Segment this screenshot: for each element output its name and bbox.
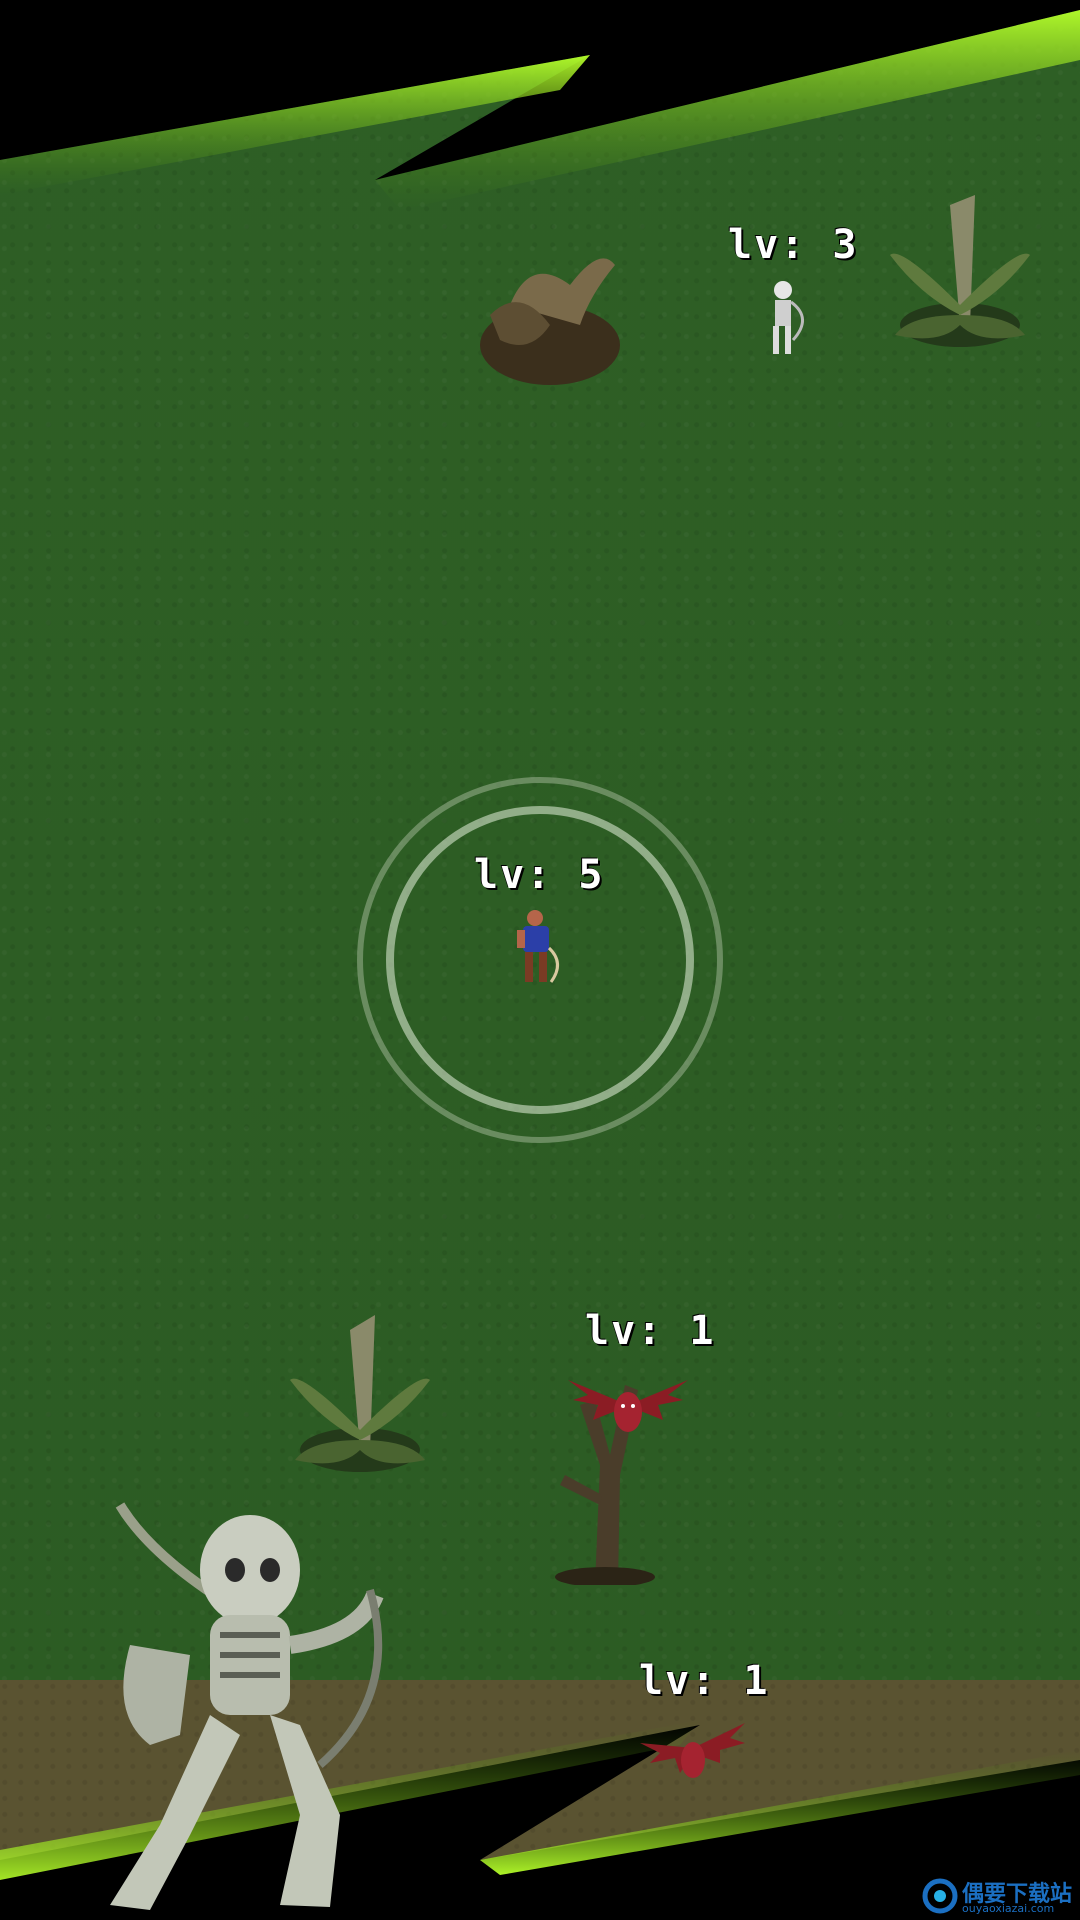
red-bat-enemy[interactable] bbox=[563, 1370, 693, 1440]
skeleton-archer-enemy[interactable] bbox=[755, 278, 815, 360]
watermark-logo-icon bbox=[922, 1878, 958, 1914]
site-watermark: 偶要下载站 ouyaoxiazai.com bbox=[922, 1876, 1072, 1916]
leafy-plant-sprite bbox=[290, 1315, 430, 1472]
enemy-level-label: lv: 1 bbox=[639, 1658, 770, 1704]
enemy-level-label: lv: 1 bbox=[585, 1308, 716, 1354]
leafy-plant-sprite bbox=[890, 195, 1030, 347]
dead-bush-sprite bbox=[480, 258, 620, 385]
skeleton-archer-portrait bbox=[110, 1502, 384, 1910]
player-hunter-character[interactable] bbox=[507, 908, 567, 986]
player-level-label: lv: 5 bbox=[474, 852, 605, 898]
enemy-level-label: lv: 3 bbox=[728, 222, 859, 268]
watermark-url: ouyaoxiazai.com bbox=[962, 1902, 1055, 1915]
red-bat-enemy[interactable] bbox=[635, 1718, 750, 1788]
